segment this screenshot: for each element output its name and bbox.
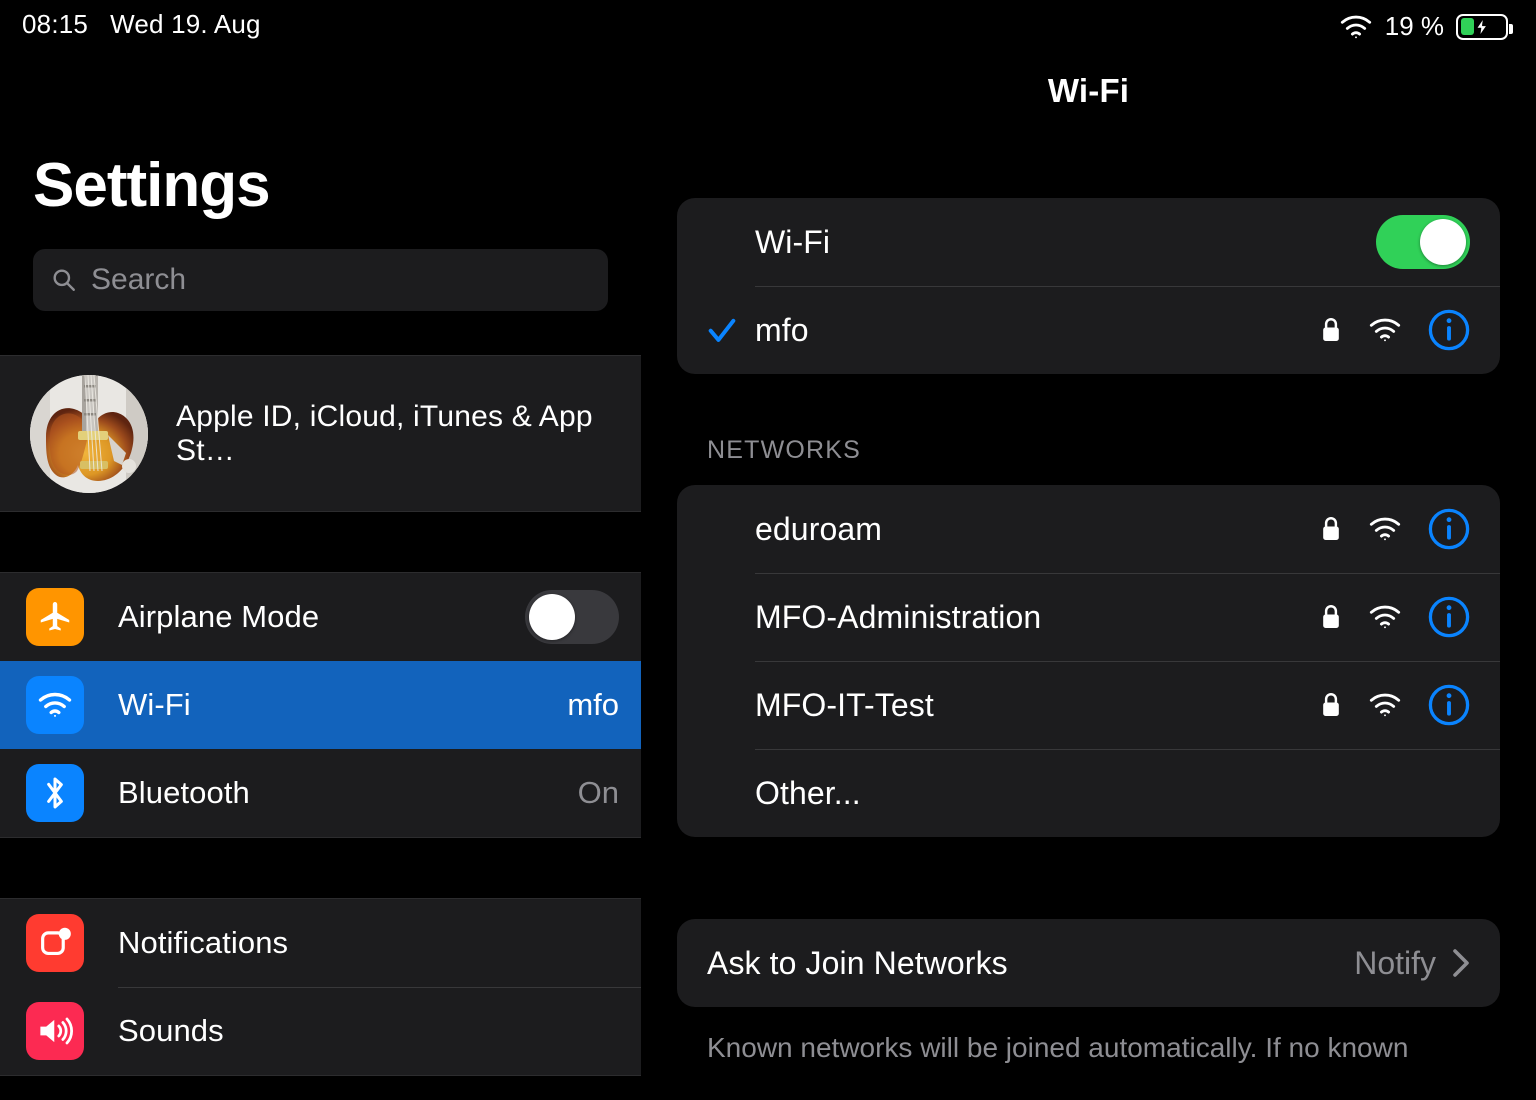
connected-network-row[interactable]: mfo bbox=[677, 286, 1500, 374]
sidebar-item-label: Notifications bbox=[118, 925, 289, 960]
ios-settings-screen: 08:15 Wed 19. Aug Settings Search Apple … bbox=[0, 0, 1536, 1100]
notifications-icon bbox=[26, 914, 84, 972]
lock-icon bbox=[1323, 517, 1339, 540]
network-row-eduroam[interactable]: eduroam bbox=[677, 485, 1500, 573]
wifi-icon bbox=[26, 676, 84, 734]
network-ssid: Other... bbox=[755, 774, 861, 811]
lock-icon bbox=[1323, 693, 1339, 716]
checkmark-icon bbox=[708, 318, 736, 342]
apple-id-label: Apple ID, iCloud, iTunes & App St… bbox=[176, 399, 593, 467]
search-input[interactable]: Search bbox=[33, 249, 608, 311]
sidebar-item-label: Airplane Mode bbox=[118, 599, 320, 634]
ask-to-join-row[interactable]: Ask to Join Networks Notify bbox=[677, 919, 1500, 1007]
sounds-icon bbox=[26, 1002, 84, 1060]
sidebar-item-notifications[interactable]: Notifications bbox=[0, 899, 641, 987]
battery-charging-icon bbox=[1456, 13, 1513, 40]
ask-to-join-card: Ask to Join Networks Notify bbox=[677, 919, 1500, 1007]
wifi-signal-icon bbox=[1369, 517, 1401, 541]
sidebar-group-connectivity: Airplane Mode Wi-Fi mfo Bluetooth On bbox=[0, 572, 641, 838]
network-row-mfo-it-test[interactable]: MFO-IT-Test bbox=[677, 661, 1500, 749]
networks-group-header: NETWORKS bbox=[707, 436, 862, 464]
settings-sidebar: 08:15 Wed 19. Aug Settings Search Apple … bbox=[0, 0, 641, 1100]
info-circle-icon[interactable] bbox=[1428, 684, 1470, 726]
info-circle-icon[interactable] bbox=[1428, 596, 1470, 638]
wifi-detail-pane: 19 % Wi-Fi Wi-Fi mfo NETWORKS eduroam MF… bbox=[641, 0, 1536, 1100]
status-bar-left: 08:15 Wed 19. Aug bbox=[0, 0, 641, 40]
wifi-signal-icon bbox=[1369, 605, 1401, 629]
network-ssid: MFO-IT-Test bbox=[755, 686, 934, 723]
network-icons bbox=[1320, 596, 1470, 638]
bluetooth-icon bbox=[26, 764, 84, 822]
apple-id-section: Apple ID, iCloud, iTunes & App St… bbox=[0, 355, 641, 512]
status-bar-time: 08:15 bbox=[22, 9, 89, 39]
chevron-right-icon bbox=[1453, 949, 1469, 977]
connected-network-ssid: mfo bbox=[755, 311, 809, 348]
sidebar-item-wifi[interactable]: Wi-Fi mfo bbox=[0, 661, 641, 749]
network-icons bbox=[1320, 684, 1470, 726]
search-icon bbox=[53, 269, 75, 291]
sidebar-item-sounds[interactable]: Sounds bbox=[0, 987, 641, 1075]
wifi-status-card: Wi-Fi mfo bbox=[677, 198, 1500, 374]
wifi-toggle[interactable] bbox=[1376, 215, 1470, 269]
wifi-toggle-row[interactable]: Wi-Fi bbox=[677, 198, 1500, 286]
charging-bolt-icon bbox=[1475, 16, 1488, 37]
wifi-signal-icon bbox=[1369, 693, 1401, 717]
sidebar-item-label: Sounds bbox=[118, 1013, 224, 1048]
sidebar-item-label: Wi-Fi bbox=[118, 687, 191, 722]
info-circle-icon[interactable] bbox=[1428, 309, 1470, 351]
apple-id-row[interactable]: Apple ID, iCloud, iTunes & App St… bbox=[0, 356, 641, 511]
airplane-icon bbox=[26, 588, 84, 646]
info-circle-icon[interactable] bbox=[1428, 508, 1470, 550]
sidebar-gap-1 bbox=[0, 512, 641, 572]
sidebar-group-alerts: Notifications Sounds bbox=[0, 898, 641, 1076]
ask-to-join-value: Notify bbox=[1354, 944, 1436, 981]
sidebar-item-bluetooth[interactable]: Bluetooth On bbox=[0, 749, 641, 837]
search-container: Search bbox=[0, 221, 641, 311]
sidebar-item-value: On bbox=[577, 775, 619, 810]
wifi-icon bbox=[1340, 15, 1371, 38]
detail-title: Wi-Fi bbox=[1047, 72, 1130, 109]
networks-card: eduroam MFO-Administration MFO-IT-Test O… bbox=[677, 485, 1500, 837]
wifi-toggle-label: Wi-Fi bbox=[755, 223, 831, 260]
guitar-photo-avatar bbox=[30, 374, 148, 493]
lock-icon bbox=[1323, 318, 1339, 341]
page-title: Settings bbox=[33, 151, 271, 220]
network-row-other[interactable]: Other... bbox=[677, 749, 1500, 837]
avatar bbox=[30, 374, 148, 493]
network-ssid: eduroam bbox=[755, 510, 882, 547]
sidebar-item-airplane-mode[interactable]: Airplane Mode bbox=[0, 573, 641, 661]
status-bar-date: Wed 19. Aug bbox=[110, 9, 261, 39]
sidebar-item-value: mfo bbox=[567, 687, 619, 722]
ask-to-join-label: Ask to Join Networks bbox=[707, 944, 1008, 981]
search-placeholder: Search bbox=[91, 263, 187, 296]
lock-icon bbox=[1323, 605, 1339, 628]
network-row-mfo-administration[interactable]: MFO-Administration bbox=[677, 573, 1500, 661]
network-icons bbox=[1320, 508, 1470, 550]
wifi-signal-icon bbox=[1369, 318, 1401, 342]
wifi-footer-note: Known networks will be joined automatica… bbox=[707, 1032, 1409, 1063]
sidebar-gap-2 bbox=[0, 838, 641, 898]
airplane-mode-toggle[interactable] bbox=[525, 590, 619, 644]
battery-percent: 19 % bbox=[1384, 11, 1444, 41]
network-ssid: MFO-Administration bbox=[755, 598, 1042, 635]
status-bar-right: 19 % bbox=[641, 0, 1536, 44]
connected-network-icons bbox=[1320, 309, 1470, 351]
sidebar-item-label: Bluetooth bbox=[118, 775, 250, 810]
